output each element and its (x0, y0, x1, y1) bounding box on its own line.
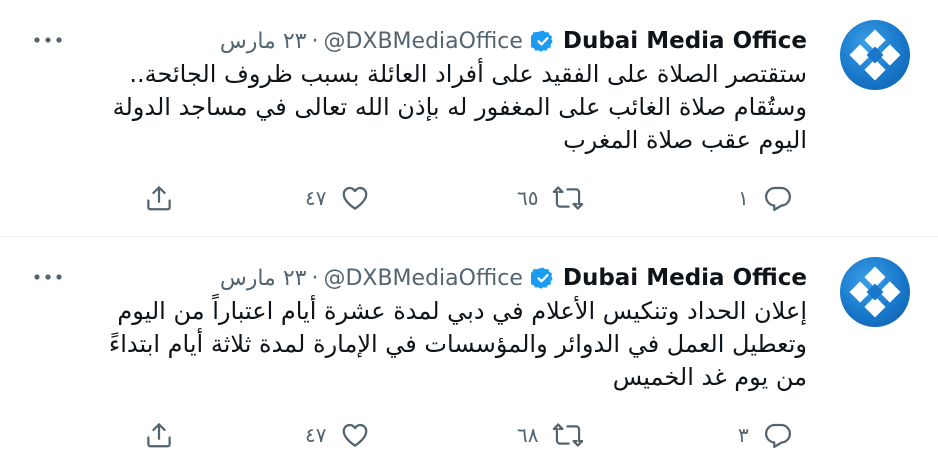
more-dots-icon[interactable] (28, 28, 68, 52)
author-name[interactable]: Dubai Media Office (563, 265, 807, 291)
share-icon (144, 183, 174, 213)
reply-count: ٣ (738, 423, 749, 447)
separator-dot: · (311, 28, 319, 54)
tweet[interactable]: Dubai Media Office @DXBMediaOffice · ٢٣ … (0, 237, 938, 473)
share-button[interactable] (144, 413, 174, 457)
like-button[interactable]: ٤٧ (305, 413, 370, 457)
tweet-text: إعلان الحداد وتنكيس الأعلام في دبي لمدة … (7, 295, 807, 394)
share-button[interactable] (144, 176, 174, 220)
dubai-media-office-logo-icon (849, 29, 901, 81)
heart-icon (340, 420, 370, 450)
tweet-date[interactable]: ٢٣ مارس (220, 266, 307, 291)
action-bar: ٣ ٦٨ ٤٧ (0, 413, 938, 457)
tweet-text-line: وستُقام صلاة الغائب على المغفور له بإذن … (112, 93, 807, 121)
author-name[interactable]: Dubai Media Office (563, 28, 807, 54)
share-icon (144, 420, 174, 450)
retweet-count: ٦٥ (517, 186, 539, 210)
tweet-text-line: وتعطيل العمل في الدوائر والمؤسسات في الإ… (108, 330, 807, 358)
retweet-count: ٦٨ (517, 423, 539, 447)
retweet-icon (552, 420, 584, 450)
tweet-text-line: إعلان الحداد وتنكيس الأعلام في دبي لمدة … (117, 297, 807, 325)
tweet-date[interactable]: ٢٣ مارس (220, 29, 307, 54)
verified-badge-icon (528, 29, 555, 53)
retweet-button[interactable]: ٦٨ (517, 413, 584, 457)
tweet-text: ستقتصر الصلاة على الفقيد على أفراد العائ… (7, 58, 807, 157)
heart-icon (340, 183, 370, 213)
action-bar: ١ ٦٥ ٤٧ (0, 176, 938, 220)
reply-button[interactable]: ٣ (738, 413, 793, 457)
separator-dot: · (311, 265, 319, 291)
avatar[interactable] (840, 257, 910, 327)
like-button[interactable]: ٤٧ (305, 176, 370, 220)
author-handle[interactable]: @DXBMediaOffice (323, 266, 522, 291)
retweet-button[interactable]: ٦٥ (517, 176, 584, 220)
tweet-header: Dubai Media Office @DXBMediaOffice · ٢٣ … (220, 263, 807, 293)
like-count: ٤٧ (305, 186, 327, 210)
tweet-text-line: ستقتصر الصلاة على الفقيد على أفراد العائ… (129, 60, 807, 88)
retweet-icon (552, 183, 584, 213)
tweet[interactable]: Dubai Media Office @DXBMediaOffice · ٢٣ … (0, 0, 938, 236)
reply-count: ١ (738, 186, 749, 210)
reply-icon (763, 183, 793, 213)
reply-icon (763, 420, 793, 450)
avatar[interactable] (840, 20, 910, 90)
reply-button[interactable]: ١ (738, 176, 793, 220)
verified-badge-icon (528, 266, 555, 290)
tweet-text-line: من يوم غد الخميس (612, 363, 807, 391)
author-handle[interactable]: @DXBMediaOffice (323, 29, 522, 54)
dubai-media-office-logo-icon (849, 266, 901, 318)
like-count: ٤٧ (305, 423, 327, 447)
more-dots-icon[interactable] (28, 265, 68, 289)
tweet-header: Dubai Media Office @DXBMediaOffice · ٢٣ … (220, 26, 807, 56)
tweet-text-line: اليوم عقب صلاة المغرب (563, 126, 807, 154)
